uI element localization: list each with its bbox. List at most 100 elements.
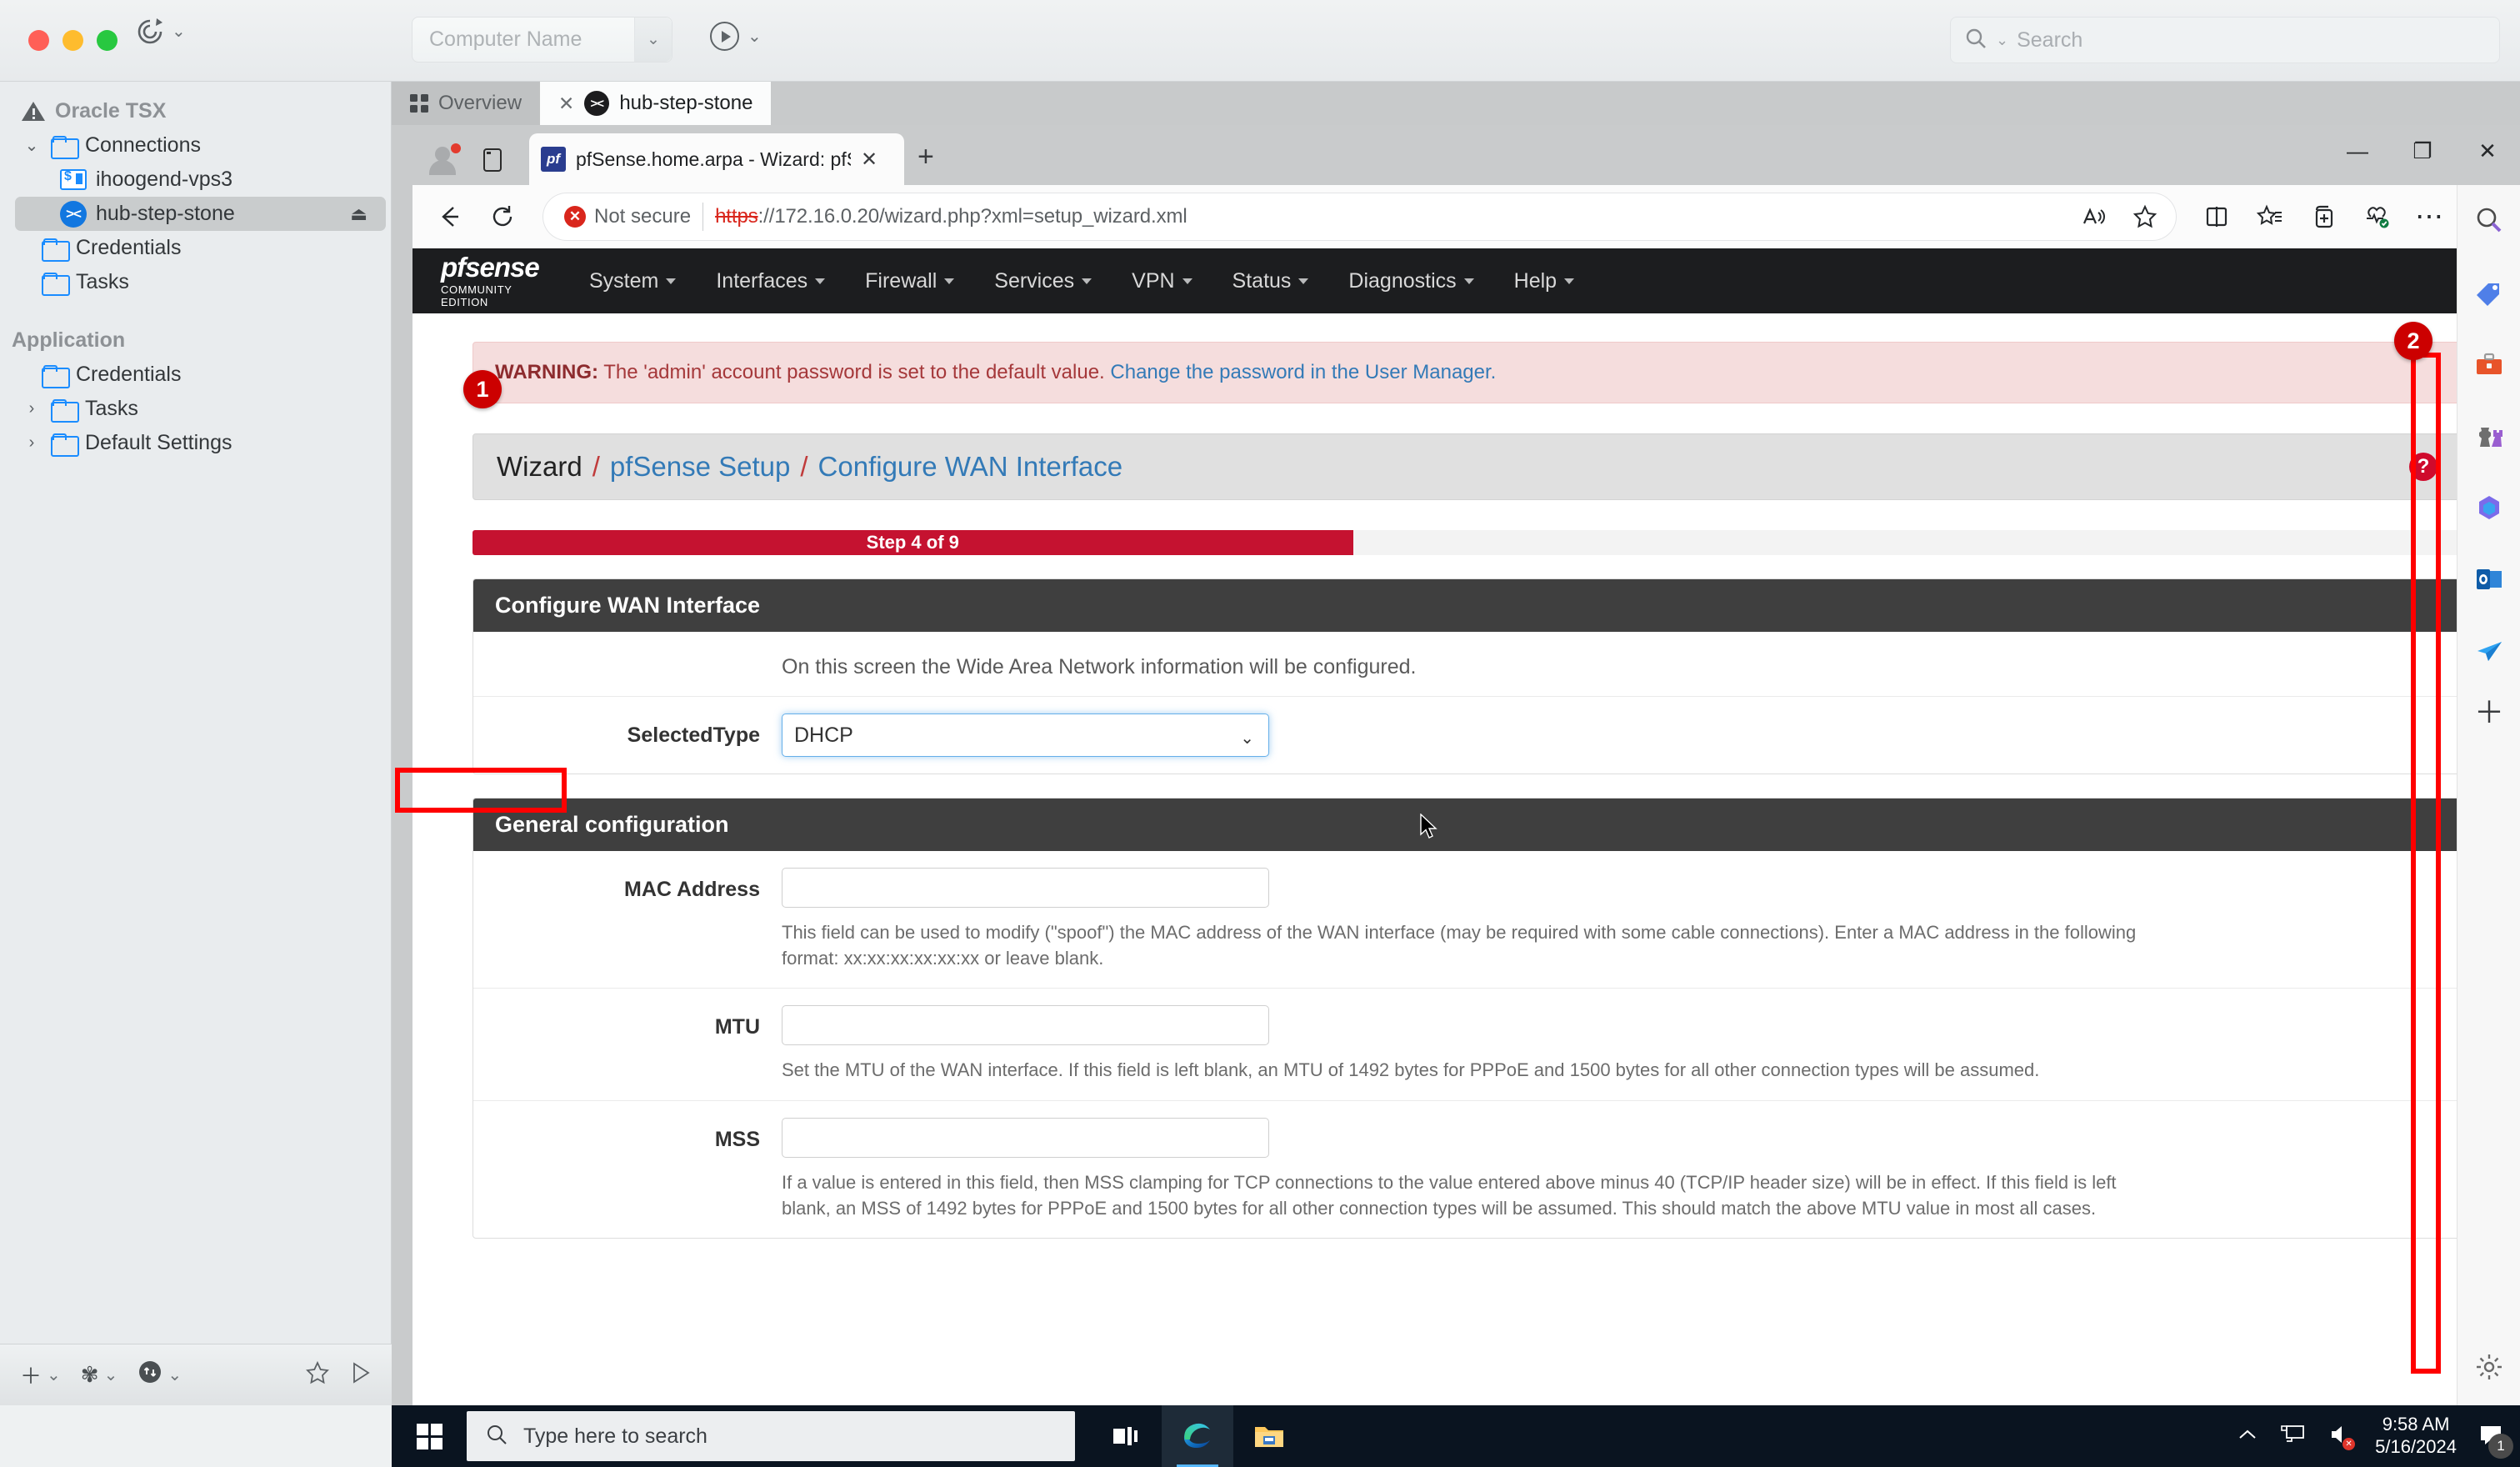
chevron-down-icon[interactable]: ⌄ (1996, 32, 2008, 49)
pfsense-logo[interactable]: pfsense COMMUNITY EDITION (441, 253, 546, 308)
close-icon[interactable]: ✕ (861, 148, 878, 172)
tools-icon[interactable] (2458, 328, 2520, 400)
eject-icon[interactable]: ⏏ (350, 203, 368, 225)
back-button[interactable] (426, 193, 472, 240)
profile-avatar[interactable] (424, 142, 462, 180)
send-icon[interactable] (2458, 615, 2520, 687)
chevron-down-icon[interactable]: ⌄ (47, 1367, 61, 1384)
menu-system[interactable]: System (589, 269, 676, 293)
transfer-button[interactable]: ⌄ (138, 1359, 182, 1390)
add-to-collection-icon[interactable] (2300, 193, 2347, 240)
menu-diagnostics[interactable]: Diagnostics (1348, 269, 1473, 293)
web-page-viewport: pfsense COMMUNITY EDITION System Interfa… (412, 248, 2520, 1405)
address-bar[interactable]: ✕ Not secure https://172.16.0.20/wizard.… (542, 193, 2177, 241)
chevron-up-icon[interactable] (2237, 1426, 2258, 1447)
star-icon[interactable] (305, 1360, 330, 1389)
notifications-icon[interactable]: 1 (2478, 1423, 2505, 1450)
row-mtu: MTU Set the MTU of the WAN interface. If… (473, 989, 2459, 1100)
minimize-button[interactable]: — (2325, 125, 2390, 177)
favorite-star-icon[interactable] (2122, 193, 2168, 240)
taskbar-clock[interactable]: 9:58 AM 5/16/2024 (2375, 1414, 2457, 1459)
tab-hub-step-stone[interactable]: ✕ >< hub-step-stone (540, 82, 771, 125)
global-search-input[interactable]: ⌄ Search (1950, 17, 2500, 63)
menu-interfaces[interactable]: Interfaces (716, 269, 825, 293)
menu-status[interactable]: Status (1232, 269, 1309, 293)
change-password-link[interactable]: Change the password in the User Manager. (1110, 361, 1496, 383)
more-options-icon[interactable]: ⋯ (2407, 193, 2453, 240)
menu-firewall[interactable]: Firewall (865, 269, 954, 293)
sidebar-item-hub-step-stone[interactable]: >< hub-step-stone ⏏ (15, 197, 386, 231)
collections-icon[interactable] (2247, 193, 2293, 240)
sidebar-item-credentials[interactable]: Credentials (0, 231, 391, 265)
new-tab-button[interactable]: + (918, 141, 934, 173)
read-aloud-icon[interactable] (2070, 193, 2117, 240)
chevron-down-icon[interactable]: ⌄ (748, 28, 762, 45)
sidebar-item-ihoogend-vps3[interactable]: ihoogend-vps3 (0, 163, 391, 197)
mtu-label: MTU (473, 1005, 782, 1083)
chevron-down-icon[interactable]: ⌄ (172, 23, 186, 40)
tab-overview[interactable]: Overview (392, 82, 540, 125)
volume-muted-icon[interactable]: ✕ (2328, 1423, 2353, 1450)
close-icon[interactable]: ✕ (558, 93, 574, 115)
browser-tab-pfsense[interactable]: pf pfSense.home.arpa - Wizard: pfS ✕ (529, 133, 904, 185)
maximize-button[interactable]: ❐ (2390, 125, 2455, 177)
outlook-icon[interactable] (2458, 543, 2520, 615)
chevron-down-icon[interactable]: ⌄ (104, 1367, 118, 1384)
sidebar-item-app-credentials[interactable]: Credentials (0, 358, 391, 392)
chevron-down-icon[interactable]: ⌄ (634, 18, 672, 62)
chevron-down-icon[interactable]: ⌄ (22, 135, 42, 156)
shopping-tag-icon[interactable] (2458, 257, 2520, 328)
sidebar-item-connections[interactable]: ⌄ Connections (0, 128, 391, 163)
menu-vpn[interactable]: VPN (1132, 269, 1192, 293)
file-explorer-icon[interactable] (1233, 1405, 1305, 1467)
window-traffic-lights[interactable] (28, 30, 118, 51)
windows-start-icon[interactable] (392, 1405, 467, 1467)
vertical-tabs-button[interactable] (476, 143, 509, 177)
task-view-icon[interactable] (1090, 1405, 1162, 1467)
menu-help[interactable]: Help (1514, 269, 1574, 293)
mtu-input[interactable] (782, 1005, 1269, 1045)
selected-type-dropdown[interactable]: DHCP (782, 713, 1269, 757)
panel-title: General configuration (473, 799, 2459, 851)
sidebar-item-app-tasks[interactable]: › Tasks (0, 392, 391, 426)
breadcrumb-parent[interactable]: pfSense Setup (610, 451, 791, 483)
plus-icon: ＋ (20, 1359, 42, 1390)
maximize-window-button[interactable] (97, 30, 118, 51)
search-icon[interactable] (2458, 185, 2520, 257)
close-window-button[interactable] (28, 30, 49, 51)
close-button[interactable]: ✕ (2455, 125, 2520, 177)
sidebar-settings-icon[interactable] (2458, 1342, 2520, 1392)
run-button[interactable]: ⌄ (710, 22, 762, 51)
screen: ⌄ Computer Name ⌄ ⌄ ⌄ Search (0, 0, 2520, 1467)
edge-icon[interactable] (1162, 1405, 1233, 1467)
sidebar-item-tasks[interactable]: Tasks (0, 265, 391, 299)
caret-down-icon (815, 278, 825, 284)
add-button[interactable]: ＋⌄ (20, 1359, 61, 1390)
chevron-right-icon[interactable]: › (22, 433, 42, 453)
computer-name-combobox[interactable]: Computer Name ⌄ (412, 17, 672, 63)
mss-input[interactable] (782, 1118, 1269, 1158)
help-icon[interactable]: ? (2409, 453, 2438, 481)
site-security-indicator[interactable]: ✕ Not secure (564, 205, 691, 228)
address-bar-url: https://172.16.0.20/wizard.php?xml=setup… (715, 205, 1188, 228)
designer-icon[interactable] (2458, 472, 2520, 543)
mac-address-input[interactable] (782, 868, 1269, 908)
annotation-badge-2: 2 (2394, 322, 2432, 360)
menu-services[interactable]: Services (994, 269, 1092, 293)
split-screen-icon[interactable] (2193, 193, 2240, 240)
play-icon[interactable] (350, 1361, 372, 1389)
network-icon[interactable] (2280, 1423, 2307, 1450)
sidebar-group-label: Application (12, 328, 125, 353)
sidebar-item-default-settings[interactable]: › Default Settings (0, 426, 391, 460)
sidebar-add-icon[interactable]: ＋ (2458, 685, 2520, 735)
refresh-button[interactable] (479, 193, 526, 240)
browser-essentials-icon[interactable] (2353, 193, 2400, 240)
settings-button[interactable]: ✾⌄ (81, 1362, 118, 1388)
wizard-progress-bar: Step 4 of 9 (472, 530, 1353, 555)
minimize-window-button[interactable] (62, 30, 83, 51)
chevron-right-icon[interactable]: › (22, 399, 42, 418)
taskbar-search-input[interactable]: Type here to search (467, 1411, 1075, 1461)
chevron-down-icon[interactable]: ⌄ (168, 1367, 182, 1384)
games-icon[interactable] (2458, 400, 2520, 472)
reconnect-button[interactable]: ⌄ (135, 17, 186, 47)
